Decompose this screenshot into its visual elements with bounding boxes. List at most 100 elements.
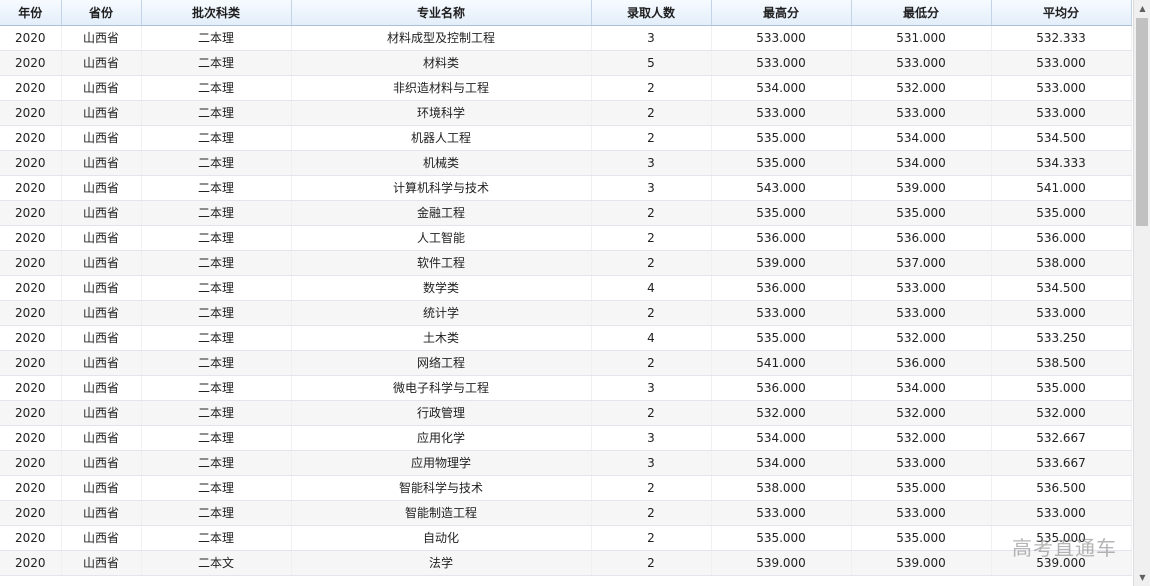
cell-year: 2020 [0, 500, 62, 526]
cell-major: 数学类 [291, 275, 592, 301]
cell-batch: 二本理 [141, 500, 292, 526]
triangle-down-icon[interactable]: ▼ [1134, 569, 1150, 586]
table-row[interactable]: 2020 山西省 二本理 统计学 2 533.000 533.000 533.000 [0, 300, 1132, 326]
col-header-avg-score[interactable]: 平均分 [991, 0, 1132, 26]
cell-min-score: 536.000 [851, 350, 992, 376]
cell-min-score: 533.000 [851, 500, 992, 526]
cell-year: 2020 [0, 475, 62, 501]
cell-admitted: 3 [591, 450, 712, 476]
cell-min-score: 534.000 [851, 375, 992, 401]
cell-province: 山西省 [61, 100, 142, 126]
cell-max-score: 533.000 [711, 50, 852, 76]
cell-avg-score: 536.000 [991, 225, 1132, 251]
cell-batch: 二本理 [141, 225, 292, 251]
vertical-scrollbar[interactable]: ▲ ▼ [1133, 0, 1150, 586]
table-row[interactable]: 2020 山西省 二本理 网络工程 2 541.000 536.000 538.500 [0, 350, 1132, 376]
table-row[interactable]: 2020 山西省 二本理 材料类 5 533.000 533.000 533.000 [0, 50, 1132, 76]
cell-avg-score: 535.000 [991, 200, 1132, 226]
cell-avg-score: 541.000 [991, 175, 1132, 201]
cell-major: 机器人工程 [291, 125, 592, 151]
table-row[interactable]: 2020 山西省 二本理 行政管理 2 532.000 532.000 532.000 [0, 400, 1132, 426]
cell-max-score: 534.000 [711, 450, 852, 476]
cell-batch: 二本理 [141, 350, 292, 376]
cell-province: 山西省 [61, 50, 142, 76]
cell-major: 网络工程 [291, 350, 592, 376]
cell-min-score: 533.000 [851, 275, 992, 301]
cell-major: 人工智能 [291, 225, 592, 251]
cell-min-score: 534.000 [851, 150, 992, 176]
cell-batch: 二本理 [141, 50, 292, 76]
cell-province: 山西省 [61, 425, 142, 451]
cell-avg-score: 534.500 [991, 125, 1132, 151]
cell-major: 计算机科学与技术 [291, 175, 592, 201]
cell-year: 2020 [0, 150, 62, 176]
cell-batch: 二本理 [141, 125, 292, 151]
cell-batch: 二本理 [141, 400, 292, 426]
table-row[interactable]: 2020 山西省 二本理 应用化学 3 534.000 532.000 532.667 [0, 425, 1132, 451]
col-header-province[interactable]: 省份 [61, 0, 142, 26]
cell-year: 2020 [0, 125, 62, 151]
cell-batch: 二本理 [141, 300, 292, 326]
table-row[interactable]: 2020 山西省 二本理 材料成型及控制工程 3 533.000 531.000 532.33… [0, 25, 1132, 51]
cell-avg-score: 534.333 [991, 150, 1132, 176]
table-row[interactable]: 2020 山西省 二本理 自动化 2 535.000 535.000 535.000 [0, 525, 1132, 551]
cell-major: 非织造材料与工程 [291, 75, 592, 101]
table-row[interactable]: 2020 山西省 二本理 金融工程 2 535.000 535.000 535.000 [0, 200, 1132, 226]
cell-admitted: 2 [591, 75, 712, 101]
table-row[interactable]: 2020 山西省 二本理 智能科学与技术 2 538.000 535.000 536.500 [0, 475, 1132, 501]
col-header-min-score[interactable]: 最低分 [851, 0, 992, 26]
cell-major: 智能制造工程 [291, 500, 592, 526]
cell-admitted: 2 [591, 300, 712, 326]
cell-min-score: 532.000 [851, 425, 992, 451]
cell-avg-score: 532.667 [991, 425, 1132, 451]
cell-province: 山西省 [61, 475, 142, 501]
table-row[interactable]: 2020 山西省 二本理 土木类 4 535.000 532.000 533.250 [0, 325, 1132, 351]
table-row[interactable]: 2020 山西省 二本理 应用物理学 3 534.000 533.000 533.667 [0, 450, 1132, 476]
cell-admitted: 3 [591, 425, 712, 451]
triangle-up-icon[interactable]: ▲ [1134, 0, 1150, 17]
table-row[interactable]: 2020 山西省 二本理 软件工程 2 539.000 537.000 538.000 [0, 250, 1132, 276]
table-row[interactable]: 2020 山西省 二本理 非织造材料与工程 2 534.000 532.000 533.000 [0, 75, 1132, 101]
cell-year: 2020 [0, 250, 62, 276]
col-header-year[interactable]: 年份 [0, 0, 62, 26]
table-row[interactable]: 2020 山西省 二本理 数学类 4 536.000 533.000 534.500 [0, 275, 1132, 301]
cell-batch: 二本理 [141, 375, 292, 401]
cell-max-score: 536.000 [711, 375, 852, 401]
cell-min-score: 537.000 [851, 250, 992, 276]
cell-min-score: 532.000 [851, 75, 992, 101]
cell-avg-score: 533.000 [991, 500, 1132, 526]
cell-province: 山西省 [61, 75, 142, 101]
cell-year: 2020 [0, 375, 62, 401]
cell-avg-score: 533.667 [991, 450, 1132, 476]
col-header-admitted[interactable]: 录取人数 [591, 0, 712, 26]
table-row[interactable]: 2020 山西省 二本理 环境科学 2 533.000 533.000 533.000 [0, 100, 1132, 126]
table-row[interactable]: 2020 山西省 二本理 人工智能 2 536.000 536.000 536.000 [0, 225, 1132, 251]
cell-province: 山西省 [61, 275, 142, 301]
cell-min-score: 533.000 [851, 300, 992, 326]
cell-year: 2020 [0, 525, 62, 551]
cell-major: 环境科学 [291, 100, 592, 126]
cell-major: 微电子科学与工程 [291, 375, 592, 401]
cell-max-score: 538.000 [711, 475, 852, 501]
cell-max-score: 541.000 [711, 350, 852, 376]
col-header-major[interactable]: 专业名称 [291, 0, 592, 26]
cell-max-score: 539.000 [711, 250, 852, 276]
cell-admitted: 2 [591, 225, 712, 251]
table-row[interactable]: 2020 山西省 二本理 智能制造工程 2 533.000 533.000 533.000 [0, 500, 1132, 526]
scrollbar-thumb[interactable] [1136, 18, 1148, 226]
table-row[interactable]: 2020 山西省 二本理 微电子科学与工程 3 536.000 534.000 535.000 [0, 375, 1132, 401]
cell-min-score: 536.000 [851, 225, 992, 251]
cell-max-score: 543.000 [711, 175, 852, 201]
table-row[interactable]: 2020 山西省 二本理 计算机科学与技术 3 543.000 539.000 541.000 [0, 175, 1132, 201]
col-header-max-score[interactable]: 最高分 [711, 0, 852, 26]
table-row[interactable]: 2020 山西省 二本理 机器人工程 2 535.000 534.000 534.500 [0, 125, 1132, 151]
cell-admitted: 4 [591, 325, 712, 351]
table-row[interactable]: 2020 山西省 二本文 法学 2 539.000 539.000 539.000 [0, 550, 1132, 576]
cell-min-score: 535.000 [851, 475, 992, 501]
cell-province: 山西省 [61, 25, 142, 51]
cell-admitted: 2 [591, 525, 712, 551]
col-header-batch[interactable]: 批次科类 [141, 0, 292, 26]
cell-avg-score: 534.500 [991, 275, 1132, 301]
table-row[interactable]: 2020 山西省 二本理 机械类 3 535.000 534.000 534.333 [0, 150, 1132, 176]
cell-year: 2020 [0, 550, 62, 576]
